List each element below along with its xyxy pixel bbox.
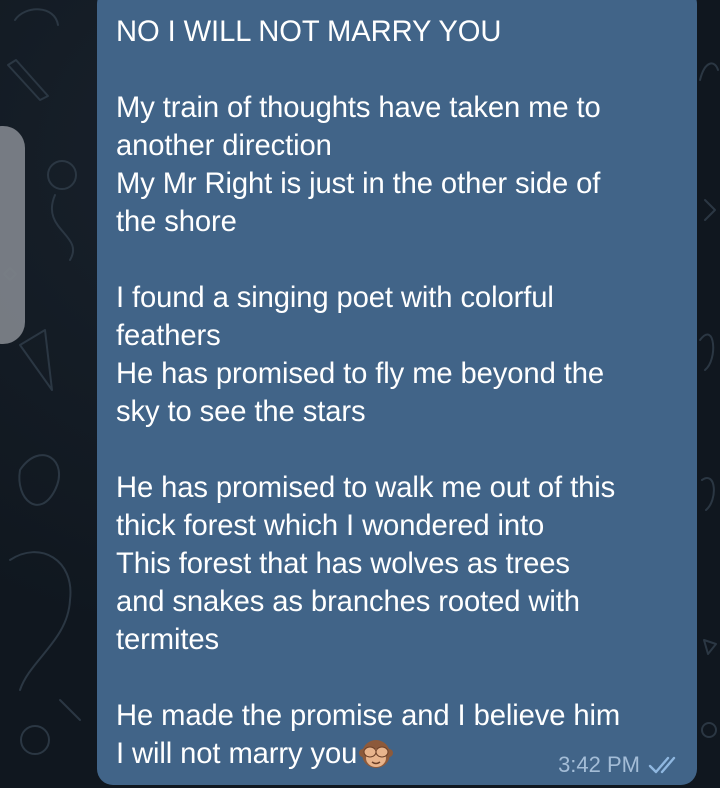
message-title-line: NO I WILL NOT MARRY YOU <box>116 16 502 48</box>
previous-message-bubble[interactable] <box>0 126 25 344</box>
see-no-evil-monkey-icon <box>359 737 394 771</box>
read-double-check-icon <box>648 754 682 776</box>
message-body: My train of thoughts have taken me to an… <box>116 92 621 732</box>
message-time: 3:42 PM <box>558 752 640 777</box>
message-last-line: I will not marry you <box>116 738 358 770</box>
message-meta: 3:42 PM <box>558 750 682 780</box>
message-text: NO I WILL NOT MARRY YOU My train of thou… <box>116 13 688 773</box>
